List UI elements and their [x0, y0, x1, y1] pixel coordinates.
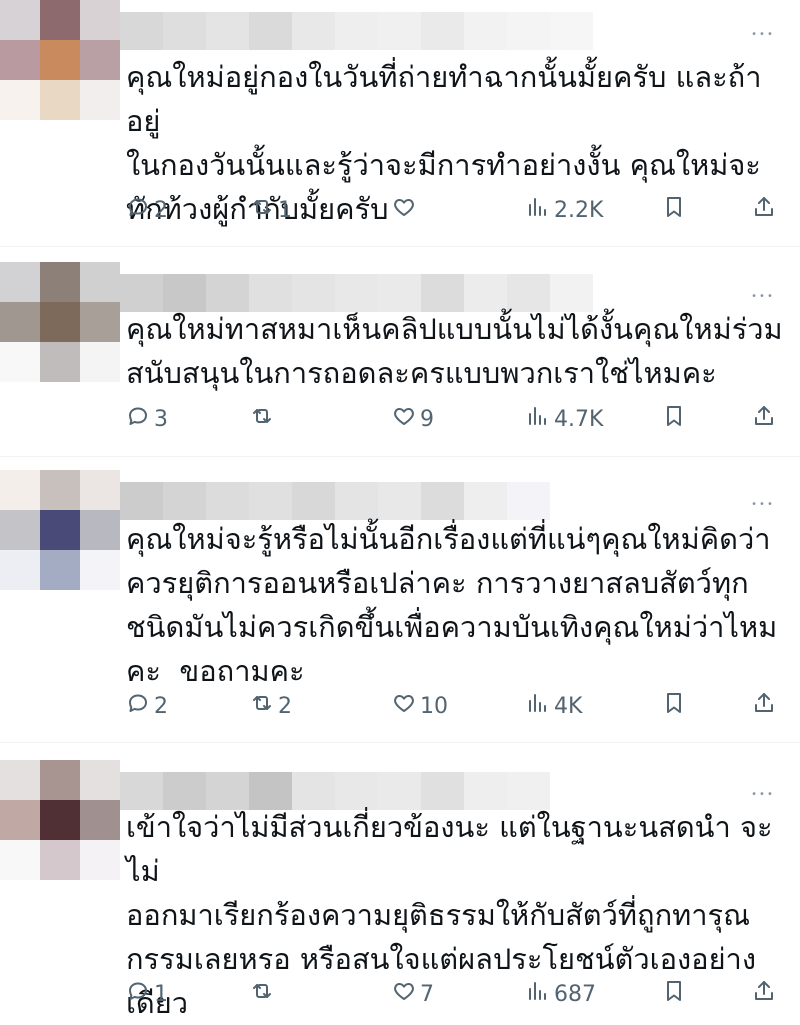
action-bar: 2 1 2.2K [126, 195, 786, 225]
replies-count: 1 [154, 981, 168, 1007]
action-bar: 1 7 687 [126, 979, 786, 1009]
replies-count: 2 [154, 693, 168, 719]
like-icon [392, 404, 416, 434]
likes-count: 7 [420, 981, 434, 1007]
reply-button[interactable]: 2 [126, 195, 168, 225]
views-button[interactable]: 2.2K [526, 195, 603, 225]
repost-icon [250, 404, 274, 434]
likes-count: 9 [420, 406, 434, 432]
action-bar: 2 2 10 4K [126, 691, 786, 721]
divider [0, 456, 800, 457]
like-button[interactable]: 10 [392, 691, 448, 721]
bookmark-icon [662, 404, 686, 434]
views-button[interactable]: 687 [526, 979, 596, 1009]
bookmark-icon [662, 691, 686, 721]
reposts-count: 2 [278, 693, 292, 719]
divider [0, 246, 800, 247]
reply-button[interactable]: 3 [126, 404, 168, 434]
reply-button[interactable]: 1 [126, 979, 168, 1009]
bookmark-button[interactable] [662, 195, 686, 225]
avatar[interactable] [0, 470, 120, 590]
views-count: 4.7K [554, 406, 604, 432]
more-icon[interactable]: ••• [748, 30, 778, 50]
reposts-count: 1 [278, 197, 292, 223]
share-icon [752, 404, 776, 434]
bookmark-icon [662, 195, 686, 225]
bookmark-button[interactable] [662, 979, 686, 1009]
views-button[interactable]: 4K [526, 691, 582, 721]
likes-count: 10 [420, 693, 448, 719]
bookmark-icon [662, 979, 686, 1009]
repost-icon [250, 195, 274, 225]
share-button[interactable] [752, 691, 776, 721]
avatar[interactable] [0, 0, 120, 120]
repost-button[interactable] [250, 979, 278, 1009]
reply-icon [126, 979, 150, 1009]
like-button[interactable]: 7 [392, 979, 434, 1009]
reply-button[interactable]: 2 [126, 691, 168, 721]
views-button[interactable]: 4.7K [526, 404, 603, 434]
repost-button[interactable]: 2 [250, 691, 292, 721]
replies-count: 2 [154, 197, 168, 223]
reply-icon [126, 691, 150, 721]
like-button[interactable] [392, 195, 420, 225]
reply-feed: ••• คุณใหม่อยู่กองในวันที่ถ่ายทำฉากนั้นมั… [0, 0, 800, 1023]
author-name-blurred[interactable] [120, 12, 593, 50]
views-count: 2.2K [554, 197, 604, 223]
share-icon [752, 691, 776, 721]
repost-icon [250, 979, 274, 1009]
bookmark-button[interactable] [662, 691, 686, 721]
share-button[interactable] [752, 195, 776, 225]
divider [0, 742, 800, 743]
share-button[interactable] [752, 979, 776, 1009]
views-icon [526, 195, 550, 225]
replies-count: 3 [154, 406, 168, 432]
reply-icon [126, 195, 150, 225]
repost-button[interactable]: 1 [250, 195, 292, 225]
tweet-text: คุณใหม่ทาสหมาเห็นคลิปแบบนั้นไม่ได้งั้นคุ… [126, 312, 783, 390]
share-button[interactable] [752, 404, 776, 434]
avatar[interactable] [0, 262, 120, 382]
share-icon [752, 195, 776, 225]
author-name-blurred[interactable] [120, 482, 550, 520]
views-icon [526, 691, 550, 721]
reply-icon [126, 404, 150, 434]
repost-icon [250, 691, 274, 721]
action-bar: 3 9 4.7K [126, 404, 786, 434]
like-button[interactable]: 9 [392, 404, 434, 434]
tweet-text: คุณใหม่จะรู้หรือไม่นั้นอีกเรื่องแต่ที่แน… [126, 522, 778, 688]
bookmark-button[interactable] [662, 404, 686, 434]
views-count: 4K [554, 693, 583, 719]
views-icon [526, 404, 550, 434]
views-count: 687 [554, 981, 596, 1007]
avatar[interactable] [0, 760, 120, 880]
like-icon [392, 979, 416, 1009]
views-icon [526, 979, 550, 1009]
like-icon [392, 691, 416, 721]
like-icon [392, 195, 416, 225]
repost-button[interactable] [250, 404, 278, 434]
share-icon [752, 979, 776, 1009]
